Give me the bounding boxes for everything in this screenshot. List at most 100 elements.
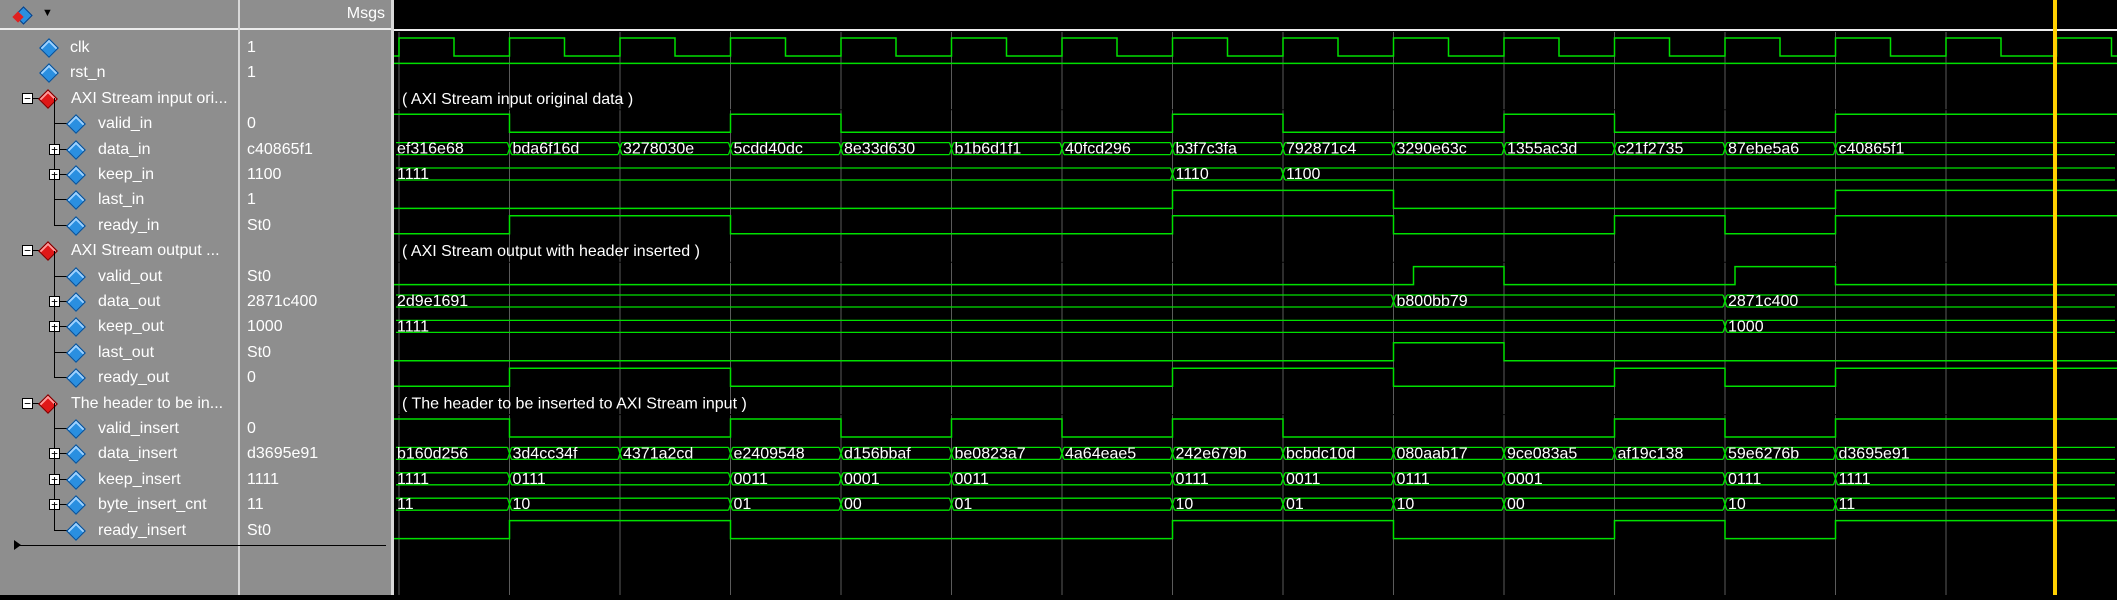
keep-insert-bus-value: 0011 <box>1286 471 1321 488</box>
byte-insert-cnt-bus-value: 00 <box>844 496 862 513</box>
data-out-bus-value: b800bb79 <box>1397 293 1468 310</box>
signal-row-axi-stream-output[interactable]: − AXI Stream output ... <box>0 238 238 263</box>
signal-name: last_in <box>98 191 145 209</box>
data-in-bus-value: b3f7c3fa <box>1176 141 1237 158</box>
keep-in-bus-value: 1100 <box>1286 166 1321 183</box>
data-in-bus-value: 87ebe5a6 <box>1728 141 1799 158</box>
signal-row-valid-insert[interactable]: valid_insert <box>0 403 238 441</box>
signal-name: rst_n <box>70 64 106 82</box>
keep-insert-bus-value: 0001 <box>1507 471 1543 488</box>
byte-insert-cnt-bus-value: 10 <box>1397 496 1415 513</box>
signal-row-valid-in[interactable]: valid_in <box>0 98 238 136</box>
data-insert-bus-value: 080aab17 <box>1397 445 1468 462</box>
data-insert-bus-value: d156bbaf <box>844 445 911 462</box>
signal-row-data-insert[interactable]: + data_insert <box>0 428 238 466</box>
data-out-bus-value: 2871c400 <box>1728 293 1798 310</box>
byte-insert-cnt-bus-value: 10 <box>513 496 531 513</box>
signal-name: last_out <box>98 343 155 361</box>
signal-name: data_in <box>98 140 151 158</box>
signal-name: The header to be in... <box>71 394 224 412</box>
signal-value: d3695e91 <box>247 445 319 463</box>
signal-name: ready_insert <box>98 521 187 539</box>
signal-name: AXI Stream output ... <box>71 242 220 260</box>
signal-row-byte-insert-cnt[interactable]: + byte_insert_cnt <box>0 479 238 517</box>
signal-row-the-header-to-be-in[interactable]: − The header to be in... <box>0 391 238 416</box>
data-insert-bus-value: b160d256 <box>397 445 468 462</box>
signal-name: valid_in <box>98 115 153 133</box>
data-insert-bus-value: bcbdc10d <box>1286 445 1355 462</box>
signal-row-valid-out[interactable]: valid_out <box>0 250 238 289</box>
waveform-canvas[interactable]: ef316e68 bda6f16d 3278030e 5cdd40dc 8e33d630… <box>394 0 2117 595</box>
signal-row-ready-insert[interactable]: ready_insert <box>0 504 238 543</box>
signal-icon <box>66 139 86 160</box>
cursor-marker-line <box>16 545 386 546</box>
data-insert-bus-value: af19c138 <box>1618 445 1684 462</box>
chevron-down-icon[interactable]: ▼ <box>42 7 53 19</box>
signal-value: 2871c400 <box>247 293 318 310</box>
signal-name: ready_out <box>98 369 170 387</box>
collapse-toggle-icon[interactable]: − <box>22 92 33 104</box>
tree-line <box>54 199 55 225</box>
signal-value: St0 <box>247 267 272 285</box>
values-header: Msgs <box>240 0 391 30</box>
signal-row-ready-out[interactable]: ready_out <box>0 352 238 390</box>
data-out-bus-value: 2d9e1691 <box>397 293 468 310</box>
signal-icon <box>66 165 86 185</box>
signal-row-rst-n[interactable]: rst_n <box>0 60 238 85</box>
data-in-bus-value: c21f2735 <box>1618 141 1684 158</box>
signal-row-clk[interactable]: clk <box>0 35 238 60</box>
data-in-bus-value: 40fcd296 <box>1065 141 1131 158</box>
keep-insert-bus-value: 0111 <box>513 471 546 488</box>
signal-icon <box>39 38 59 58</box>
data-insert-bus-value: 9ce083a5 <box>1507 445 1577 462</box>
byte-insert-cnt-bus-value: 01 <box>955 496 973 513</box>
data-insert-bus-value: be0823a7 <box>955 445 1026 462</box>
group-label: ( The header to be inserted to AXI Strea… <box>402 396 747 413</box>
wave-tool-icon[interactable] <box>12 6 33 25</box>
collapse-toggle-icon[interactable]: − <box>22 245 33 257</box>
time-cursor[interactable] <box>2053 0 2057 595</box>
signal-icon <box>66 368 86 389</box>
signal-icon <box>66 520 86 541</box>
signal-value: 1 <box>247 39 256 56</box>
tree-line <box>54 174 55 200</box>
keep-out-bus-value: 1111 <box>397 318 429 335</box>
cursor-marker-icon <box>14 540 21 550</box>
signal-row-last-out[interactable]: last_out <box>0 326 238 365</box>
signal-icon <box>66 215 86 236</box>
group-label: ( AXI Stream output with header inserted… <box>402 243 700 260</box>
signal-row-last-in[interactable]: last_in <box>0 174 238 212</box>
signal-name: byte_insert_cnt <box>98 496 207 514</box>
signal-row-data-in[interactable]: + data_in <box>0 123 238 162</box>
keep-insert-bus-value: 0001 <box>844 471 880 488</box>
data-in-bus-value: bda6f16d <box>513 141 580 158</box>
signal-value: 1111 <box>247 470 280 488</box>
signal-name: valid_insert <box>98 420 179 437</box>
byte-insert-cnt-bus-value: 11 <box>1839 496 1856 513</box>
signal-name: clk <box>70 39 90 56</box>
signal-row-axi-stream-input-ori[interactable]: − AXI Stream input ori... <box>0 86 238 111</box>
signal-row-ready-in[interactable]: ready_in <box>0 199 238 238</box>
signal-icon <box>66 342 86 363</box>
signal-row-data-out[interactable]: + data_out <box>0 276 238 314</box>
data-in-bus-value: 3290e63c <box>1397 141 1467 158</box>
tree-line <box>54 250 55 276</box>
byte-insert-cnt-bus-value: 00 <box>1507 496 1525 513</box>
tree-line <box>54 326 55 352</box>
keep-in-bus-value: 1110 <box>1176 166 1209 183</box>
data-insert-bus-value: 4a64eae5 <box>1065 445 1136 462</box>
signal-value: 11 <box>247 496 264 514</box>
signal-icon <box>39 63 59 84</box>
collapse-toggle-icon[interactable]: − <box>22 397 33 409</box>
keep-insert-bus-value: 0111 <box>1728 471 1761 488</box>
signal-row-keep-out[interactable]: + keep_out <box>0 301 238 339</box>
byte-insert-cnt-bus-value: 10 <box>1176 496 1194 513</box>
signal-names-panel: ▼ clk rst_n − AXI Stream input ori... valid_… <box>0 0 240 595</box>
ready-out-wave <box>394 367 2117 387</box>
signal-value: St0 <box>247 343 272 361</box>
waveform-panel[interactable]: ef316e68 bda6f16d 3278030e 5cdd40dc 8e33d630… <box>394 0 2117 595</box>
signal-row-keep-in[interactable]: + keep_in <box>0 149 238 187</box>
data-in-bus-value: b1b6d1f1 <box>955 141 1022 158</box>
keep-insert-bus-value: 1111 <box>1839 471 1871 488</box>
signal-row-keep-insert[interactable]: + keep_insert <box>0 453 238 492</box>
